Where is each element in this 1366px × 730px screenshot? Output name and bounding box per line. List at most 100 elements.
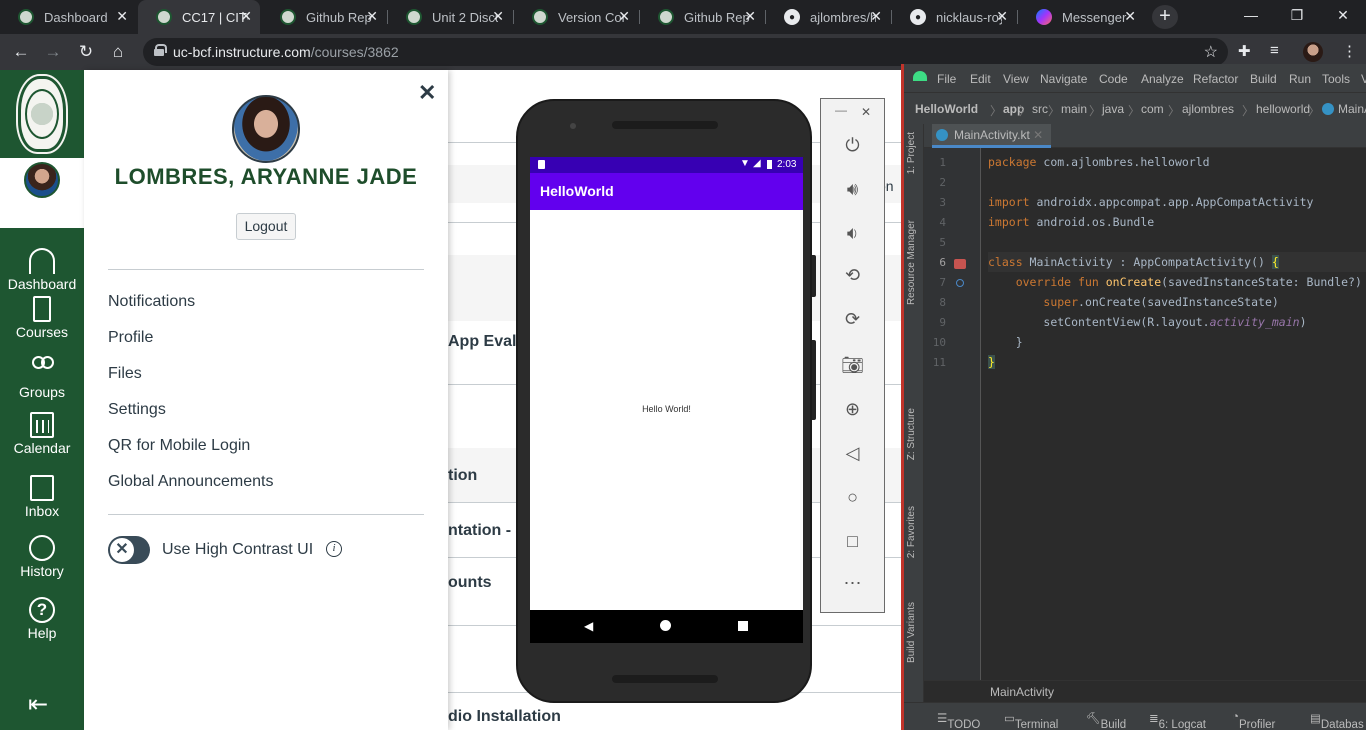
forward-icon[interactable]: → bbox=[41, 40, 65, 64]
minimize-icon[interactable]: — bbox=[835, 103, 847, 117]
back-icon[interactable]: ← bbox=[9, 40, 33, 64]
close-tab-icon[interactable]: ✕ bbox=[744, 8, 756, 25]
breadcrumb-item[interactable]: HelloWorld bbox=[915, 102, 978, 116]
close-tab-icon[interactable]: ✕ bbox=[870, 8, 882, 25]
editor-tab-mainactivity[interactable]: MainActivity.kt ✕ bbox=[932, 124, 1052, 148]
restore-icon[interactable]: ❐ bbox=[1274, 0, 1320, 30]
browser-tab[interactable]: Github Rep ✕ bbox=[640, 0, 764, 34]
tray-link-global-announcements[interactable]: Global Announcements bbox=[108, 473, 273, 491]
more-icon[interactable]: ⋯ bbox=[821, 573, 884, 594]
reload-icon[interactable]: ↻ bbox=[74, 40, 98, 64]
menu-view[interactable]: View bbox=[1003, 72, 1029, 86]
menu-tools[interactable]: Tools bbox=[1322, 72, 1350, 86]
breadcrumb-item[interactable]: main bbox=[1061, 102, 1087, 116]
close-tab-icon[interactable]: ✕ bbox=[492, 8, 504, 25]
minimize-icon[interactable]: — bbox=[1228, 0, 1274, 30]
volume-down-icon[interactable]: 🔉︎ bbox=[821, 223, 884, 244]
tray-link-files[interactable]: Files bbox=[108, 365, 142, 383]
menu-icon[interactable]: ⋮ bbox=[1342, 42, 1357, 60]
close-tab-icon[interactable]: ✕ bbox=[116, 8, 128, 25]
extensions-icon[interactable]: ✚ bbox=[1238, 42, 1251, 60]
emulator-screen[interactable]: ▼ ◢ 2:03 HelloWorld Hello World! ◀ bbox=[530, 157, 803, 643]
breadcrumb-item[interactable]: java bbox=[1102, 102, 1124, 116]
rotate-left-icon[interactable]: ⟲ bbox=[821, 265, 884, 286]
browser-tab[interactable]: Messenger ✕ bbox=[1018, 0, 1144, 34]
module-item[interactable]: ntation - 3 bbox=[448, 522, 524, 540]
info-icon[interactable]: i bbox=[326, 541, 342, 557]
close-tab-icon[interactable]: ✕ bbox=[1124, 8, 1136, 25]
build-variants-tool-tab[interactable]: Build Variants bbox=[906, 602, 917, 663]
overview-icon[interactable]: □ bbox=[821, 531, 884, 552]
tray-link-settings[interactable]: Settings bbox=[108, 401, 166, 419]
breadcrumb-item[interactable]: MainA bbox=[1338, 102, 1366, 116]
close-tab-icon[interactable]: ✕ bbox=[366, 8, 378, 25]
volume-up-icon[interactable]: 🔊︎ bbox=[821, 179, 884, 200]
favorites-tool-tab[interactable]: 2: Favorites bbox=[906, 506, 917, 558]
address-bar[interactable]: uc-bcf.instructure.com/courses/3862 ☆ bbox=[143, 38, 1228, 66]
close-tab-icon[interactable]: ✕ bbox=[1033, 128, 1043, 142]
tray-link-profile[interactable]: Profile bbox=[108, 329, 153, 347]
module-item[interactable]: dio Installation bbox=[448, 708, 561, 726]
menu-build[interactable]: Build bbox=[1250, 72, 1277, 86]
zoom-icon[interactable]: ⊕ bbox=[821, 399, 884, 420]
nav-help[interactable]: ? Help bbox=[0, 597, 84, 641]
terminal-tool-tab[interactable]: ▭ Terminal bbox=[1004, 711, 1058, 730]
high-contrast-toggle[interactable]: ✕ bbox=[108, 536, 150, 564]
breadcrumb-item[interactable]: com bbox=[1141, 102, 1164, 116]
database-tool-tab[interactable]: ▤ Databas bbox=[1310, 711, 1364, 730]
menu-code[interactable]: Code bbox=[1099, 72, 1128, 86]
browser-tab[interactable]: ● ajlombres/h ✕ bbox=[766, 0, 890, 34]
close-tab-icon[interactable]: ✕ bbox=[240, 8, 252, 25]
browser-tab[interactable]: Dashboard ✕ bbox=[0, 0, 136, 34]
browser-tab-active[interactable]: CC17 | CITC✕ bbox=[138, 0, 260, 34]
structure-tool-tab[interactable]: Z: Structure bbox=[906, 408, 917, 460]
nav-home-icon[interactable] bbox=[660, 620, 671, 631]
build-tool-tab[interactable]: 🔨︎ Build bbox=[1086, 711, 1126, 730]
menu-refactor[interactable]: Refactor bbox=[1193, 72, 1238, 86]
university-seal-logo[interactable] bbox=[0, 70, 84, 158]
rotate-right-icon[interactable]: ⟳ bbox=[821, 309, 884, 330]
back-icon[interactable]: ◁ bbox=[821, 443, 884, 464]
run-gutter-icon[interactable] bbox=[954, 259, 966, 269]
close-icon[interactable]: ✕ bbox=[418, 80, 436, 106]
collapse-nav-icon[interactable]: ⇤ bbox=[28, 690, 48, 719]
nav-groups[interactable]: Groups bbox=[0, 356, 84, 400]
new-tab-button[interactable]: + bbox=[1152, 5, 1178, 29]
nav-account[interactable] bbox=[0, 158, 84, 228]
logout-button[interactable]: Logout bbox=[236, 213, 296, 240]
todo-tool-tab[interactable]: ☰ TODO bbox=[937, 711, 980, 730]
profiler-tool-tab[interactable]: ◔ Profiler bbox=[1232, 711, 1275, 730]
override-gutter-icon[interactable] bbox=[956, 279, 964, 287]
home-icon[interactable]: ○ bbox=[821, 487, 884, 508]
home-icon[interactable]: ⌂ bbox=[106, 40, 130, 64]
browser-tab[interactable]: Version Cor ✕ bbox=[514, 0, 638, 34]
camera-icon[interactable]: 📷︎ bbox=[821, 355, 884, 376]
nav-calendar[interactable]: Calendar bbox=[0, 412, 84, 456]
menu-run[interactable]: Run bbox=[1289, 72, 1311, 86]
resource-manager-tool-tab[interactable]: Resource Manager bbox=[906, 220, 917, 305]
close-tab-icon[interactable]: ✕ bbox=[996, 8, 1008, 25]
close-tab-icon[interactable]: ✕ bbox=[618, 8, 630, 25]
editor-structure-crumb[interactable]: MainActivity bbox=[924, 680, 1366, 702]
power-icon[interactable]: ⏻ bbox=[821, 135, 884, 156]
close-window-icon[interactable]: ✕ bbox=[1320, 0, 1366, 30]
nav-back-icon[interactable]: ◀ bbox=[584, 619, 593, 633]
media-control-icon[interactable]: ≡ bbox=[1270, 42, 1279, 59]
nav-inbox[interactable]: Inbox bbox=[0, 475, 84, 519]
module-item[interactable]: ounts bbox=[448, 574, 492, 592]
browser-tab[interactable]: ● nicklaus-roy ✕ bbox=[892, 0, 1016, 34]
breadcrumb-item[interactable]: ajlombres bbox=[1182, 102, 1234, 116]
tray-link-qr-login[interactable]: QR for Mobile Login bbox=[108, 437, 250, 455]
nav-overview-icon[interactable] bbox=[738, 621, 748, 631]
code-editor[interactable]: package com.ajlombres.helloworld import … bbox=[988, 148, 1366, 688]
profile-avatar-icon[interactable] bbox=[1303, 42, 1323, 62]
menu-edit[interactable]: Edit bbox=[970, 72, 991, 86]
nav-courses[interactable]: Courses bbox=[0, 296, 84, 340]
close-icon[interactable]: ✕ bbox=[861, 105, 871, 119]
menu-file[interactable]: File bbox=[937, 72, 956, 86]
nav-dashboard[interactable]: Dashboard bbox=[0, 238, 84, 292]
tray-link-notifications[interactable]: Notifications bbox=[108, 293, 195, 311]
menu-analyze[interactable]: Analyze bbox=[1141, 72, 1184, 86]
nav-history[interactable]: History bbox=[0, 535, 84, 579]
browser-tab[interactable]: Github Rep ✕ bbox=[262, 0, 386, 34]
